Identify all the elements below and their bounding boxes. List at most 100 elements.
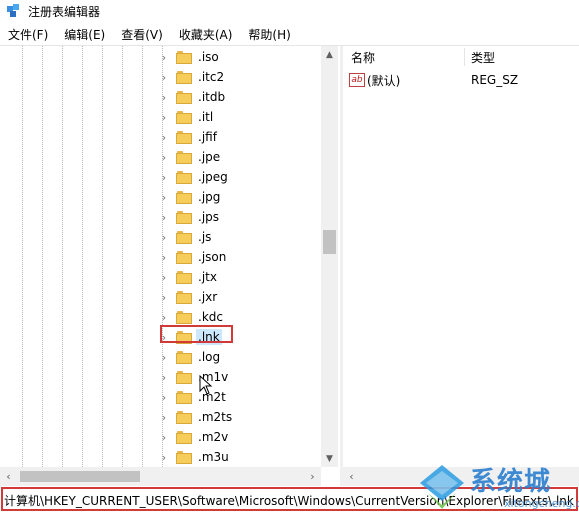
menu-favorites[interactable]: 收藏夹(A): [171, 26, 241, 43]
chevron-right-icon[interactable]: ›: [158, 47, 170, 67]
tree-item[interactable]: › .m2ts: [158, 407, 318, 427]
column-header-name[interactable]: 名称: [351, 46, 375, 68]
window-title: 注册表编辑器: [28, 4, 101, 19]
tree-guide-line: [82, 46, 83, 467]
tree-item-label: .m2ts: [198, 410, 233, 424]
chevron-right-icon[interactable]: ›: [158, 227, 170, 247]
folder-icon: [176, 370, 192, 384]
value-type-cell[interactable]: REG_SZ: [471, 70, 518, 90]
registry-key-tree[interactable]: › .iso › .itc2 › .itdb › .itl › .jfif › .jpe › .jpeg ›…: [0, 46, 322, 467]
tree-guide-line: [22, 46, 23, 467]
chevron-right-icon[interactable]: ›: [158, 127, 170, 147]
tree-item[interactable]: › .jps: [158, 207, 318, 227]
folder-icon: [176, 230, 192, 244]
chevron-right-icon[interactable]: ›: [158, 347, 170, 367]
chevron-right-icon[interactable]: ›: [158, 147, 170, 167]
chevron-right-icon[interactable]: ›: [158, 287, 170, 307]
tree-guide-line: [42, 46, 43, 467]
tree-horizontal-scrollbar[interactable]: ‹ ›: [0, 467, 321, 486]
tree-item-label: .jtx: [198, 270, 217, 284]
ab-string-icon: ab: [349, 73, 365, 87]
tree-guide-line: [122, 46, 123, 467]
menu-file[interactable]: 文件(F): [0, 26, 56, 43]
tree-item-label: .jps: [198, 210, 220, 224]
chevron-right-icon[interactable]: ›: [158, 447, 170, 467]
tree-item[interactable]: › .m3u: [158, 447, 318, 467]
tree-item-label: .jpe: [198, 150, 221, 164]
folder-icon: [176, 110, 192, 124]
folder-icon: [176, 450, 192, 464]
folder-icon: [176, 130, 192, 144]
chevron-right-icon[interactable]: ›: [158, 247, 170, 267]
chevron-right-icon[interactable]: ›: [158, 107, 170, 127]
folder-icon: [176, 50, 192, 64]
tree-item[interactable]: › .log: [158, 347, 318, 367]
scroll-up-icon[interactable]: ▲: [321, 46, 338, 63]
tree-item[interactable]: › .itl: [158, 107, 318, 127]
tree-item[interactable]: › .itdb: [158, 87, 318, 107]
regedit-app-icon: [6, 3, 22, 19]
tree-item[interactable]: › .m2t: [158, 387, 318, 407]
chevron-right-icon[interactable]: ›: [158, 407, 170, 427]
values-list[interactable]: 名称 类型 ab (默认) REG_SZ: [343, 46, 579, 467]
tree-item[interactable]: › .iso: [158, 47, 318, 67]
chevron-right-icon[interactable]: ›: [158, 167, 170, 187]
windows-logo-icon: [420, 465, 464, 509]
folder-icon: [176, 350, 192, 364]
menu-help[interactable]: 帮助(H): [240, 26, 298, 43]
tree-guide-line: [102, 46, 103, 467]
tree-item[interactable]: › .m2v: [158, 427, 318, 447]
chevron-right-icon[interactable]: ›: [158, 87, 170, 107]
chevron-right-icon[interactable]: ›: [158, 67, 170, 87]
tree-item[interactable]: › .jpg: [158, 187, 318, 207]
scroll-right-icon[interactable]: ›: [304, 467, 321, 486]
folder-icon: [176, 150, 192, 164]
tree-item[interactable]: › .jxr: [158, 287, 318, 307]
folder-icon: [176, 210, 192, 224]
tree-item-label: .jxr: [198, 290, 218, 304]
folder-icon: [176, 290, 192, 304]
tree-item-label: .itl: [198, 110, 214, 124]
scroll-thumb[interactable]: [323, 230, 336, 254]
tree-item[interactable]: › .jpeg: [158, 167, 318, 187]
column-header-type[interactable]: 类型: [471, 46, 495, 68]
menu-bar: 文件(F) 编辑(E) 查看(V) 收藏夹(A) 帮助(H): [0, 24, 579, 44]
tree-item-label: .m2v: [198, 430, 229, 444]
chevron-right-icon[interactable]: ›: [158, 387, 170, 407]
scroll-down-icon[interactable]: ▼: [321, 450, 338, 467]
chevron-right-icon[interactable]: ›: [158, 307, 170, 327]
tree-item-label: .iso: [198, 50, 219, 64]
value-row[interactable]: ab (默认): [349, 70, 400, 90]
tree-item-label: .itc2: [198, 70, 225, 84]
tree-item[interactable]: › .jfif: [158, 127, 318, 147]
tree-item-label: .jpg: [198, 190, 221, 204]
tree-item[interactable]: › .js: [158, 227, 318, 247]
tree-item-label: .m3u: [198, 450, 229, 464]
tree-item-label: .js: [198, 230, 212, 244]
tree-item-label: .log: [198, 350, 221, 364]
tree-item[interactable]: › .jpe: [158, 147, 318, 167]
menu-edit[interactable]: 编辑(E): [56, 26, 113, 43]
chevron-right-icon[interactable]: ›: [158, 267, 170, 287]
chevron-right-icon[interactable]: ›: [158, 367, 170, 387]
value-name: (默认): [367, 73, 401, 88]
tree-vertical-scrollbar[interactable]: ▲ ▼: [321, 46, 338, 467]
chevron-right-icon[interactable]: ›: [158, 207, 170, 227]
scroll-left-icon[interactable]: ‹: [0, 467, 17, 486]
scroll-left-icon[interactable]: ‹: [343, 467, 360, 486]
mouse-cursor-icon: [199, 375, 213, 395]
tree-item[interactable]: › .jtx: [158, 267, 318, 287]
tree-guide-line: [62, 46, 63, 467]
menu-view[interactable]: 查看(V): [113, 26, 171, 43]
column-separator[interactable]: [464, 48, 465, 66]
tree-item[interactable]: › .json: [158, 247, 318, 267]
chevron-right-icon[interactable]: ›: [158, 187, 170, 207]
scroll-thumb-horizontal[interactable]: [20, 471, 140, 482]
site-watermark: 系统城 xitongcheng.com: [418, 461, 579, 513]
tree-item-label: .json: [198, 250, 227, 264]
tree-item-label: .jfif: [198, 130, 217, 144]
chevron-right-icon[interactable]: ›: [158, 427, 170, 447]
tree-item[interactable]: › .kdc: [158, 307, 318, 327]
tree-item[interactable]: › .m1v: [158, 367, 318, 387]
tree-item[interactable]: › .itc2: [158, 67, 318, 87]
